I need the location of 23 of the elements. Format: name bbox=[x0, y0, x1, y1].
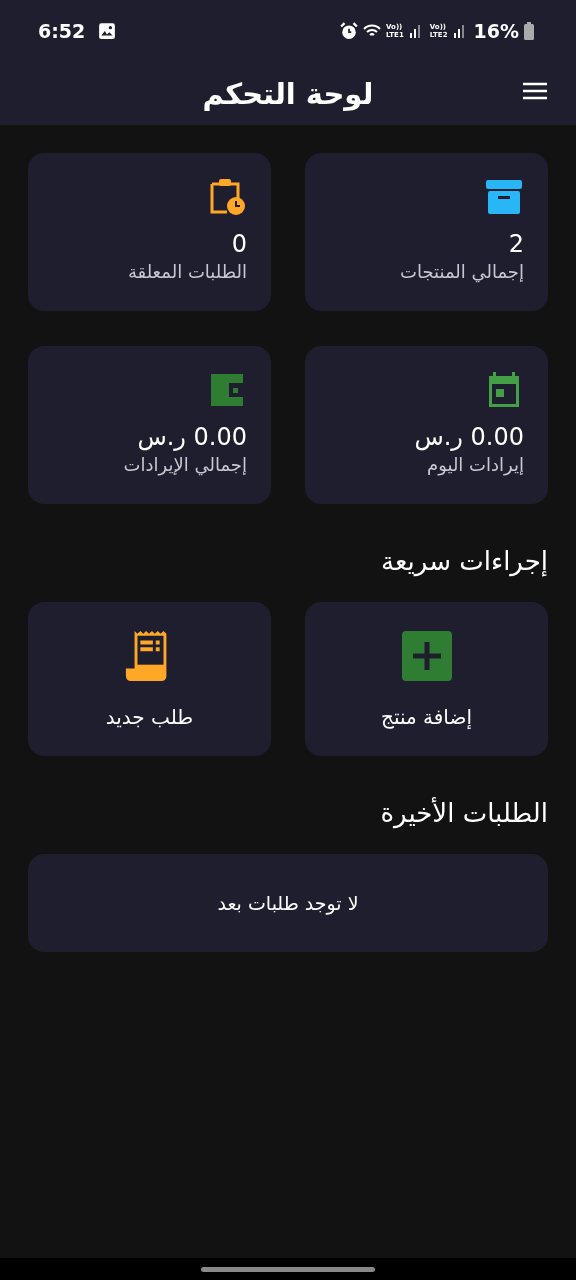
status-time: 6:52 bbox=[38, 20, 86, 42]
alarm-icon bbox=[340, 22, 359, 40]
stat-label: إجمالي الإيرادات bbox=[123, 453, 247, 478]
image-icon bbox=[98, 22, 117, 40]
signal-icon bbox=[408, 24, 421, 38]
battery-icon bbox=[524, 22, 534, 40]
signal-icon bbox=[452, 24, 465, 38]
stat-value: 2 bbox=[508, 229, 524, 259]
section-title: الطلبات الأخيرة bbox=[379, 796, 548, 830]
battery-percent: 16% bbox=[473, 20, 519, 42]
stat-label: إيرادات اليوم bbox=[427, 453, 524, 478]
home-indicator[interactable] bbox=[201, 1266, 375, 1272]
menu-icon bbox=[522, 81, 548, 101]
quick-action-button[interactable]: إضافة منتج bbox=[305, 602, 548, 756]
stat-value: 0.00 ر.س bbox=[414, 422, 524, 452]
stat-value: 0.00 ر.س bbox=[137, 422, 247, 452]
page-title: لوحة التحكم bbox=[202, 76, 374, 111]
empty-message: لا توجد طلبات بعد bbox=[217, 892, 359, 914]
stat-label: إجمالي المنتجات bbox=[399, 260, 524, 285]
stat-label: الطلبات المعلقة bbox=[127, 260, 247, 284]
stat-value: 0 bbox=[231, 229, 247, 259]
quick-action-button[interactable]: طلب جديد bbox=[28, 602, 271, 756]
section-title: إجراءات سريعة bbox=[380, 545, 548, 578]
